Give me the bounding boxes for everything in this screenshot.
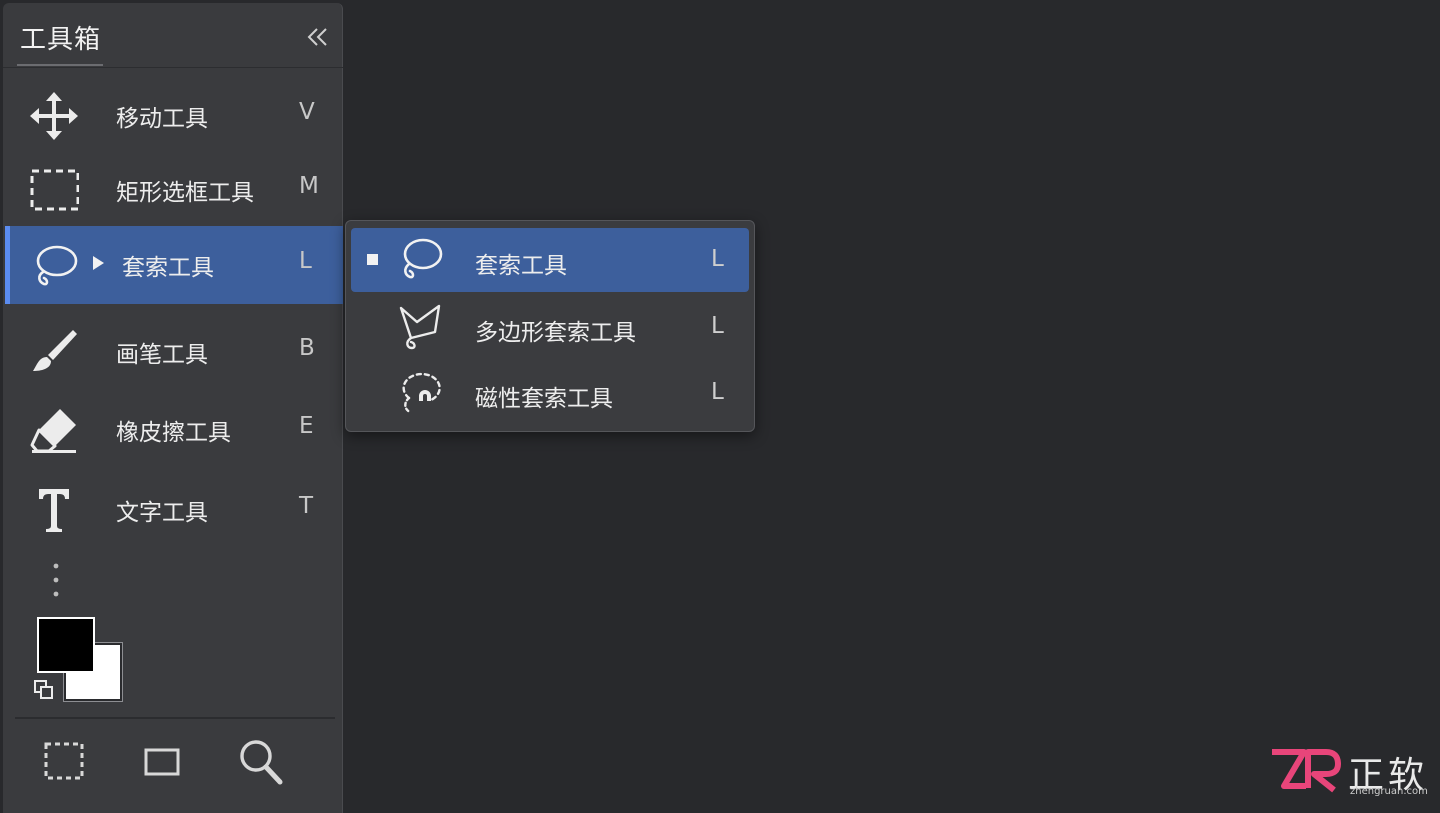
tool-shortcut: L [299,248,312,274]
flyout-item-label: 多边形套索工具 [475,320,636,346]
zr-logo-mark [1272,749,1341,793]
flyout-arrow-icon [93,256,104,270]
tool-label: 文字工具 [116,500,208,526]
quick-mask-marquee-icon[interactable] [40,736,90,786]
tool-label: 画笔工具 [116,342,208,368]
flyout-item-shortcut: L [711,313,724,339]
screen-mode-icon[interactable] [137,736,187,786]
zoom-icon[interactable] [235,736,285,786]
move-icon [30,92,78,140]
header-divider [3,67,343,68]
active-indicator [5,226,10,304]
tool-shortcut: V [299,99,315,125]
flyout-item-shortcut: L [711,246,724,272]
type-icon [39,489,69,532]
tool-type[interactable]: 文字工具 T [5,471,343,547]
tool-lasso[interactable]: 套索工具 L [5,226,343,304]
foreground-color-swatch[interactable] [37,617,95,673]
magnetic-lasso-icon [402,372,441,414]
more-tools-icon[interactable] [53,563,59,597]
lasso-icon [403,238,443,279]
toolbox-panel: 工具箱 移动工具 V 矩形选框工具 M 套索工具 L 画笔工具 B 橡皮擦工具 … [3,3,343,813]
brush-icon [33,330,77,371]
flyout-item-label: 套索工具 [475,253,567,279]
flyout-item-shortcut: L [711,379,724,405]
tool-shortcut: B [299,335,315,361]
zr-watermark-logo: 正软 zhengruan.com [1268,744,1433,800]
lasso-flyout-menu: 套索工具 L 多边形套索工具 L 磁性套索工具 L [345,220,755,432]
tool-shortcut: E [299,413,314,439]
tool-rect-marquee[interactable]: 矩形选框工具 M [5,151,343,227]
tool-label: 矩形选框工具 [116,180,254,206]
toolbox-title: 工具箱 [20,25,102,55]
tool-label: 套索工具 [122,255,214,281]
eraser-icon [30,409,76,453]
default-colors-icon[interactable] [33,679,55,701]
tool-eraser[interactable]: 橡皮擦工具 E [5,391,343,467]
lasso-icon [36,245,78,286]
title-underline [17,64,103,66]
tool-label: 移动工具 [116,106,208,132]
tool-brush[interactable]: 画笔工具 B [5,313,343,389]
selected-indicator [367,254,378,265]
tool-shortcut: T [299,493,314,519]
tool-label: 橡皮擦工具 [116,420,231,446]
brand-url: zhengruan.com [1350,786,1428,797]
tool-shortcut: M [299,173,319,199]
collapse-icon[interactable] [301,23,333,51]
bottom-divider [15,717,335,719]
flyout-item-label: 磁性套索工具 [475,386,613,412]
polygon-lasso-icon [399,304,441,350]
flyout-item-lasso[interactable]: 套索工具 L [351,228,749,292]
tool-move[interactable]: 移动工具 V [5,77,343,153]
flyout-item-magnetic-lasso[interactable]: 磁性套索工具 L [351,361,749,425]
color-swatches [33,615,128,707]
flyout-item-polygon-lasso[interactable]: 多边形套索工具 L [351,295,749,359]
toolbox-header: 工具箱 [3,3,343,67]
rect-marquee-icon [30,169,79,211]
